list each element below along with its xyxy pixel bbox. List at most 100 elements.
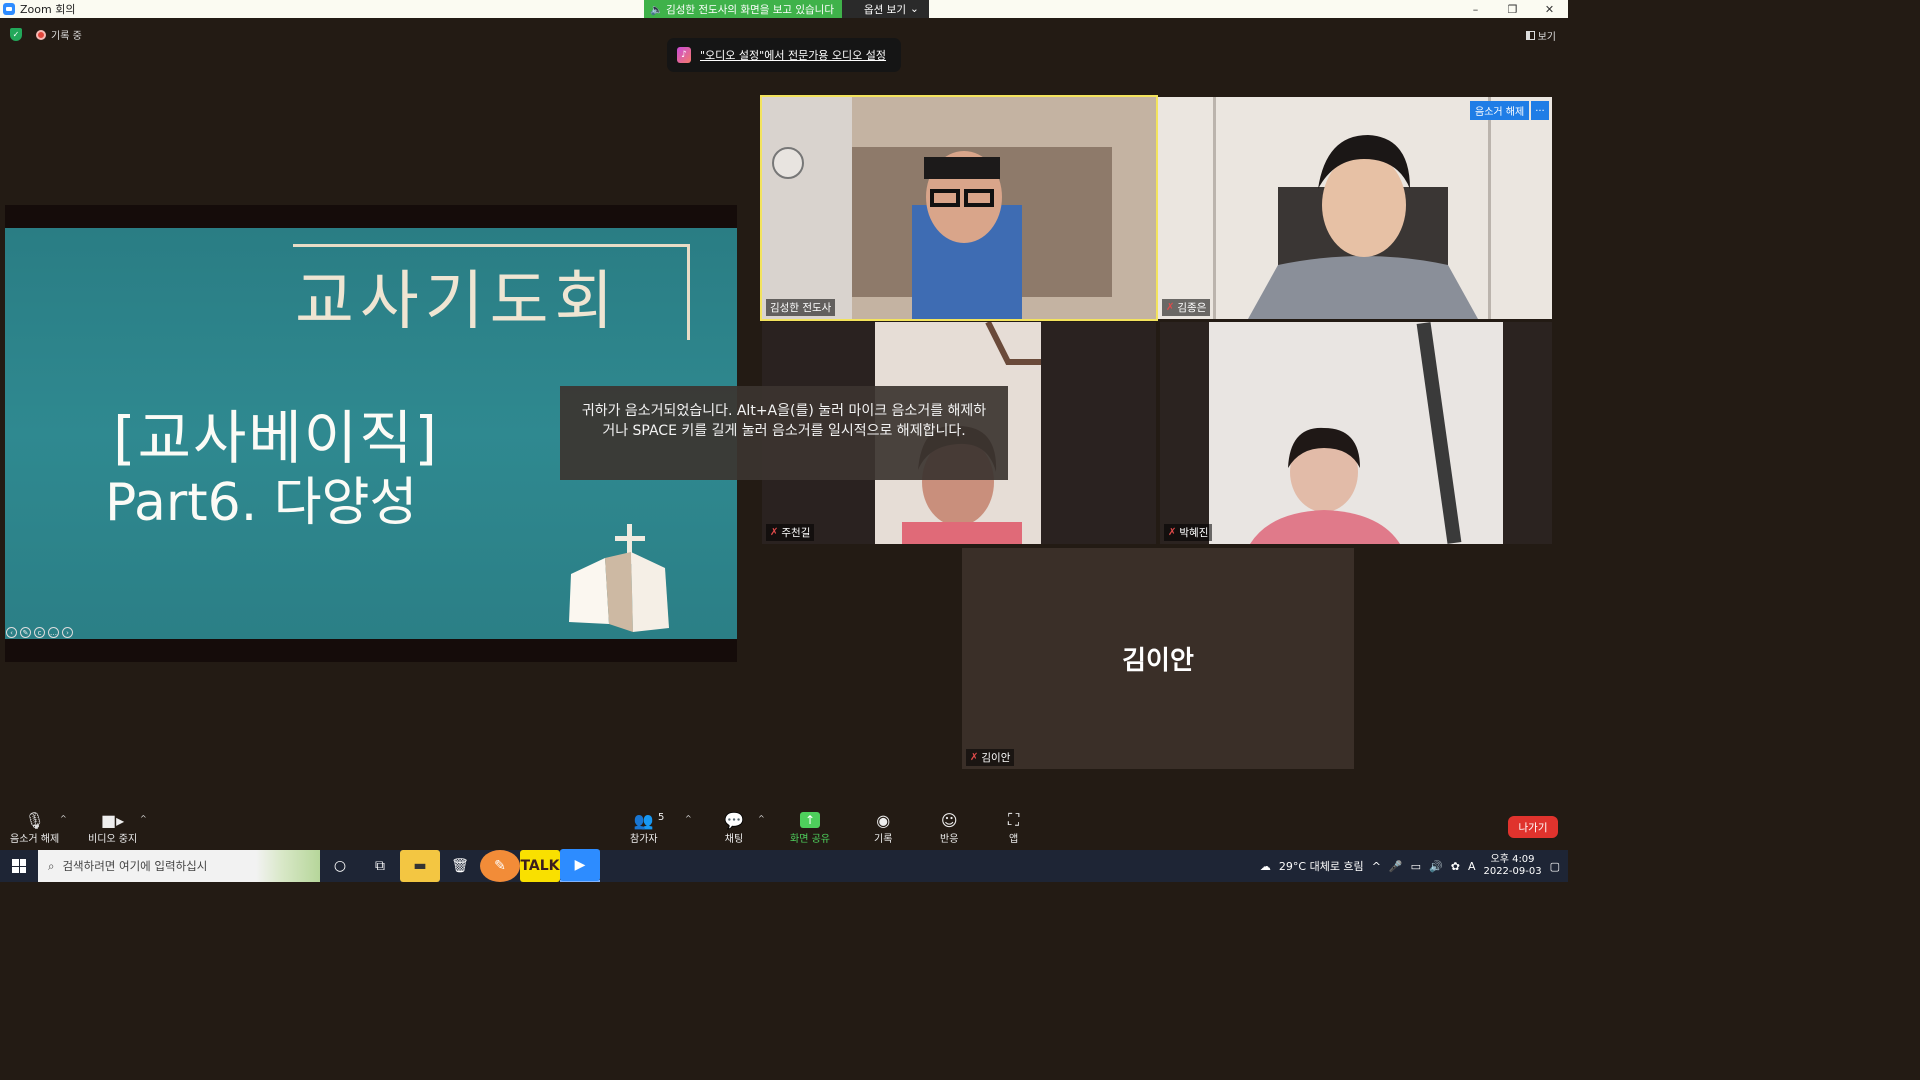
taskbar-apps: ○ ⧉ ▬ 🗑 ✎ TALK ▶	[320, 849, 600, 882]
speaker-icon: 🔈	[650, 3, 664, 16]
volume-icon[interactable]: 🔊	[1429, 860, 1443, 873]
unmute-request: 음소거 해제 ...	[1470, 101, 1549, 120]
video-tile-participant[interactable]: ✗ 박혜진	[1160, 322, 1552, 544]
chevron-down-icon: ⌄	[909, 3, 919, 15]
video-tile-participant[interactable]: ✗ 김종은	[1158, 97, 1552, 319]
share-status-text: 김성한 전도사의 화면을 보고 있습니다	[666, 3, 834, 16]
search-highlight-image	[256, 850, 320, 882]
share-screen-icon: ↑	[799, 810, 820, 830]
layout-grid-icon	[1525, 31, 1535, 40]
slide-part-title: Part6. 다양성	[105, 473, 418, 533]
slide-frame-line	[687, 244, 690, 340]
slide-frame-line	[293, 244, 690, 247]
notification-center-icon[interactable]: ▢	[1550, 860, 1560, 873]
window-controls: – ❐ ✕	[1457, 0, 1568, 18]
muted-toast: 귀하가 음소거되었습니다. Alt+A을(를) 눌러 마이크 음소거를 해제하거…	[560, 386, 1008, 480]
microphone-icon[interactable]: 🎤	[1389, 860, 1403, 873]
mic-muted-icon: 🎙	[24, 810, 45, 830]
share-screen-button[interactable]: ↑ 화면 공유	[790, 810, 830, 845]
start-button[interactable]	[0, 850, 38, 882]
video-feed	[1160, 322, 1552, 544]
taskbar-search-box[interactable]: ⌕ 검색하려면 여기에 입력하십시	[38, 850, 320, 882]
ime-indicator[interactable]: A	[1468, 860, 1476, 873]
video-feed	[762, 97, 1156, 319]
zoom-taskbar-icon[interactable]: ▶	[560, 849, 600, 882]
close-button[interactable]: ✕	[1531, 0, 1568, 18]
notes-app-icon[interactable]: ✎	[480, 850, 520, 882]
audio-settings-notification[interactable]: ♪ "오디오 설정"에서 전문가용 오디오 설정	[667, 38, 901, 72]
system-tray: ☁ 29°C 대체로 흐림 ^ 🎤 ▭ 🔊 ✿ A 오후 4:09 2022-0…	[1260, 850, 1568, 882]
cloud-icon: ☁	[1259, 859, 1271, 873]
share-banner: 🔈 김성한 전도사의 화면을 보고 있습니다 옵션 보기 ⌄	[644, 0, 929, 18]
participant-name-tag: ✗ 박혜진	[1164, 524, 1213, 541]
music-note-icon: ♪	[677, 47, 691, 63]
zoom-app-icon	[3, 3, 15, 15]
windows-logo-icon	[12, 859, 26, 873]
meeting-status: ✓ 기록 중	[10, 27, 82, 42]
network-icon[interactable]: ▭	[1411, 860, 1421, 873]
record-icon: ◉	[876, 810, 891, 830]
kakaotalk-icon[interactable]: TALK	[520, 850, 560, 882]
minimize-button[interactable]: –	[1457, 0, 1494, 18]
taskbar-clock[interactable]: 오후 4:09 2022-09-03	[1483, 854, 1541, 878]
view-options-button[interactable]: 옵션 보기 ⌄	[842, 0, 929, 18]
recording-indicator[interactable]: 기록 중	[36, 27, 82, 42]
participant-name-tag: ✗ 김이안	[966, 749, 1015, 766]
title-bar: Zoom 회의 🔈 김성한 전도사의 화면을 보고 있습니다 옵션 보기 ⌄ – ❐…	[0, 0, 1568, 18]
file-explorer-icon[interactable]: ▬	[400, 850, 440, 882]
apps-icon: ⛶	[1008, 810, 1020, 829]
recycle-bin-icon[interactable]: 🗑	[440, 850, 480, 882]
task-view-icon[interactable]: ⧉	[360, 850, 400, 882]
view-button[interactable]: 보기	[1525, 28, 1556, 43]
unmute-button[interactable]: 🎙 음소거 해제	[10, 810, 59, 846]
video-tile-speaker[interactable]: 김성한 전도사	[760, 95, 1158, 321]
chat-button[interactable]: 💬 채팅	[724, 810, 744, 846]
participant-display-name: 김이안	[1122, 646, 1194, 676]
windows-taskbar: ⌕ 검색하려면 여기에 입력하십시 ○ ⧉ ▬ 🗑 ✎ TALK ▶ ☁ 29°…	[0, 849, 1568, 882]
apps-button[interactable]: ⛶ 앱	[1008, 810, 1019, 845]
caption-icon[interactable]: c	[34, 627, 45, 638]
participants-button[interactable]: 👥 참가자	[630, 810, 658, 846]
record-button[interactable]: ◉ 기록	[874, 810, 892, 846]
search-placeholder: 검색하려면 여기에 입력하십시	[62, 859, 208, 873]
church-cross-icon	[569, 524, 669, 632]
weather-text[interactable]: 29°C 대체로 흐림	[1279, 858, 1364, 874]
slide-controls: ‹ ✎ c … ›	[6, 627, 73, 638]
participant-name-tag: ✗ 김종은	[1162, 299, 1211, 316]
mic-muted-icon: ✗	[1166, 302, 1175, 313]
zoom-meeting-window: Zoom 회의 🔈 김성한 전도사의 화면을 보고 있습니다 옵션 보기 ⌄ – ❐…	[0, 0, 1568, 882]
cortana-icon[interactable]: ○	[320, 850, 360, 882]
window-title: Zoom 회의	[20, 3, 76, 16]
restore-button[interactable]: ❐	[1494, 0, 1531, 18]
participant-count: 5	[658, 812, 665, 823]
reactions-button[interactable]: ☺ 반응	[940, 810, 958, 846]
mic-muted-icon: ✗	[770, 527, 779, 538]
video-tile-no-video[interactable]: 김이안 ✗ 김이안	[962, 548, 1354, 769]
more-options-button[interactable]: ...	[1531, 101, 1549, 120]
notification-link[interactable]: "오디오 설정"에서 전문가용 오디오 설정	[700, 47, 886, 63]
video-feed	[1158, 97, 1552, 319]
more-icon[interactable]: …	[48, 627, 59, 638]
meeting-toolbar: 🎙 음소거 해제 ^ ■▸ 비디오 중지 ^ 👥 참가자 ^ 💬 채팅 ^ ↑ …	[0, 802, 1568, 850]
audio-options-caret[interactable]: ^	[60, 814, 67, 823]
app-tray-icon[interactable]: ✿	[1451, 860, 1460, 873]
ask-unmute-button[interactable]: 음소거 해제	[1470, 101, 1530, 120]
security-shield-icon[interactable]: ✓	[10, 28, 22, 41]
next-slide-icon[interactable]: ›	[62, 627, 73, 638]
chat-bubble-icon: 💬	[724, 810, 744, 830]
chat-options-caret[interactable]: ^	[758, 814, 765, 823]
chevron-up-icon[interactable]: ^	[1372, 860, 1381, 873]
record-dot-icon	[36, 29, 46, 40]
video-options-caret[interactable]: ^	[140, 814, 147, 823]
stop-video-button[interactable]: ■▸ 비디오 중지	[88, 810, 137, 846]
leave-button[interactable]: 나가기	[1508, 816, 1558, 838]
slide-heading: 교사기도회	[295, 265, 620, 339]
reaction-smiley-icon: ☺	[940, 810, 958, 830]
search-icon: ⌕	[48, 858, 55, 873]
prev-slide-icon[interactable]: ‹	[6, 627, 17, 638]
video-camera-icon: ■▸	[101, 810, 125, 830]
pen-icon[interactable]: ✎	[20, 627, 31, 638]
participants-options-caret[interactable]: ^	[685, 814, 692, 823]
participants-icon: 👥	[633, 810, 654, 830]
participant-name-tag: 김성한 전도사	[766, 299, 836, 316]
